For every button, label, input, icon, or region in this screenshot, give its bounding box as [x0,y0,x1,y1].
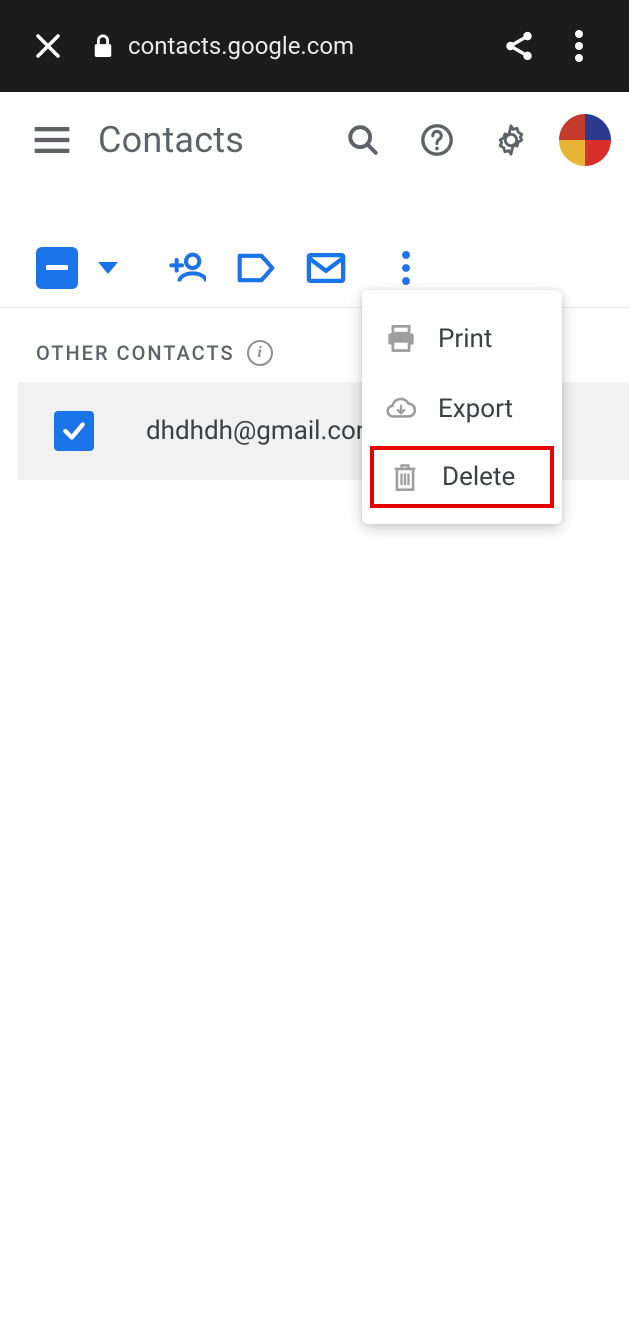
settings-button[interactable] [481,110,541,170]
trash-icon [388,460,422,494]
email-button[interactable] [304,246,348,290]
hamburger-icon [34,127,70,153]
close-icon [33,31,63,61]
close-tab-button[interactable] [24,22,72,70]
menu-button[interactable] [24,112,80,168]
search-button[interactable] [333,110,393,170]
more-actions-menu: Print Export Delete [362,290,562,524]
app-header: Contacts [0,92,629,188]
account-avatar[interactable] [559,114,611,166]
contact-checkbox[interactable] [54,411,94,451]
label-icon [237,253,275,283]
cloud-download-icon [384,392,418,426]
share-icon [502,29,536,63]
section-label: OTHER CONTACTS [36,341,235,365]
menu-item-print[interactable]: Print [362,304,562,374]
check-icon [61,418,87,444]
url-bar[interactable]: contacts.google.com [92,32,354,60]
browser-menu-button[interactable] [553,20,605,72]
lock-icon [92,33,114,59]
url-text: contacts.google.com [128,32,354,60]
menu-item-export[interactable]: Export [362,374,562,444]
search-icon [346,123,380,157]
share-button[interactable] [493,20,545,72]
vertical-dots-icon [575,30,583,62]
info-icon[interactable]: i [247,340,273,366]
contact-email: dhdhdh@gmail.com [146,416,379,446]
help-icon [420,123,454,157]
menu-item-delete[interactable]: Delete [370,446,554,508]
indeterminate-icon [46,265,68,270]
person-add-icon [166,252,206,284]
browser-chrome-bar: contacts.google.com [0,0,629,92]
help-button[interactable] [407,110,467,170]
print-icon [384,322,418,356]
menu-item-label: Export [438,394,513,424]
mail-icon [306,252,346,284]
menu-item-label: Print [438,324,492,354]
label-button[interactable] [234,246,278,290]
vertical-dots-icon [402,251,410,285]
more-actions-button[interactable] [384,246,428,290]
gear-icon [494,123,528,157]
page-title: Contacts [98,119,244,161]
menu-item-label: Delete [442,462,515,492]
select-all-checkbox[interactable] [36,247,78,289]
selection-dropdown[interactable] [98,262,118,274]
add-contact-button[interactable] [164,246,208,290]
